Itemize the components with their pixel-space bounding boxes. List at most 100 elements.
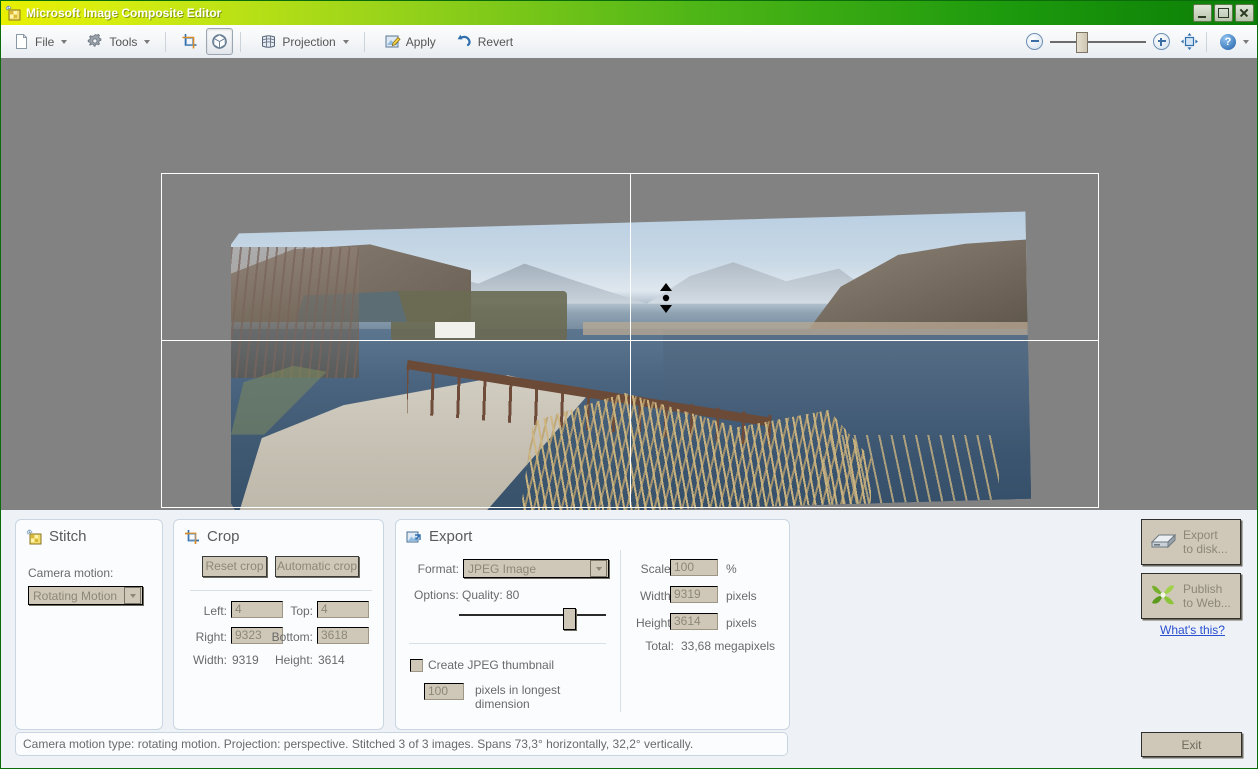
total-label: Total: bbox=[645, 639, 674, 653]
quality-value: 80 bbox=[506, 588, 520, 602]
status-text: Camera motion type: rotating motion. Pro… bbox=[23, 737, 694, 751]
help-icon: ? bbox=[1220, 33, 1236, 50]
create-thumbnail-label: Create JPEG thumbnail bbox=[428, 658, 555, 672]
file-menu-label: File bbox=[35, 34, 55, 49]
format-label: Format: bbox=[417, 562, 459, 576]
chevron-down-icon bbox=[124, 587, 141, 604]
create-thumbnail-checkbox[interactable] bbox=[410, 659, 423, 672]
vertical-drag-handle[interactable] bbox=[659, 283, 673, 313]
thumbnail-size-note-line2: dimension bbox=[475, 697, 530, 711]
camera-motion-value: Rotating Motion bbox=[33, 588, 118, 603]
publish-to-web-line2: to Web... bbox=[1183, 596, 1231, 610]
publish-to-web-label: Publish to Web... bbox=[1183, 582, 1231, 610]
quality-slider[interactable] bbox=[459, 608, 606, 630]
crop-panel: Crop Reset crop Automatic crop Left: 4 T… bbox=[173, 519, 384, 730]
export-to-disk-button[interactable]: Export to disk... bbox=[1141, 519, 1241, 565]
chevron-down-icon bbox=[144, 39, 151, 44]
toolbar-separator bbox=[165, 31, 167, 52]
export-width-unit: pixels bbox=[726, 589, 757, 603]
tools-menu-button[interactable]: Tools bbox=[79, 28, 158, 55]
crop-icon bbox=[181, 33, 198, 50]
zoom-in-icon[interactable] bbox=[1153, 33, 1170, 50]
bottom-panels: Stitch Camera motion: Rotating Motion Cr… bbox=[1, 510, 1257, 768]
window-title: Microsoft Image Composite Editor bbox=[26, 6, 222, 20]
export-height-label: Height: bbox=[635, 616, 674, 630]
help-button[interactable]: ? bbox=[1220, 33, 1249, 50]
minimize-button[interactable] bbox=[1193, 4, 1212, 22]
application-window: Microsoft Image Composite Editor File To… bbox=[0, 0, 1258, 769]
scale-unit: % bbox=[726, 562, 737, 576]
disk-drive-icon bbox=[1149, 530, 1177, 555]
file-menu-button[interactable]: File bbox=[5, 28, 75, 55]
export-width-input[interactable]: 9319 bbox=[670, 586, 718, 603]
crop-guide-horizontal bbox=[161, 340, 1099, 341]
export-height-unit: pixels bbox=[726, 616, 757, 630]
fit-to-window-icon[interactable] bbox=[1180, 32, 1199, 51]
image-canvas[interactable] bbox=[1, 58, 1257, 510]
quality-slider-thumb[interactable] bbox=[563, 608, 576, 630]
zoom-controls: ? bbox=[1026, 25, 1249, 58]
thumbnail-size-input[interactable]: 100 bbox=[424, 683, 464, 700]
publish-to-web-button[interactable]: Publish to Web... bbox=[1141, 573, 1241, 619]
crop-top-label: Top: bbox=[290, 604, 313, 618]
zoom-out-icon[interactable] bbox=[1026, 33, 1043, 50]
export-panel-title: Export bbox=[429, 528, 473, 545]
stitch-mosaic-icon bbox=[26, 528, 42, 545]
window-controls bbox=[1193, 4, 1254, 22]
automatic-crop-button[interactable]: Automatic crop bbox=[275, 556, 359, 577]
export-to-disk-line2: to disk... bbox=[1183, 542, 1228, 556]
exit-button[interactable]: Exit bbox=[1141, 732, 1242, 757]
projection-menu-label: Projection bbox=[282, 34, 336, 49]
reset-crop-button[interactable]: Reset crop bbox=[202, 556, 267, 577]
publish-to-web-line1: Publish bbox=[1183, 582, 1223, 596]
crop-tool-button[interactable] bbox=[176, 28, 203, 55]
title-bar: Microsoft Image Composite Editor bbox=[1, 1, 1257, 25]
crop-height-value: 3614 bbox=[318, 653, 345, 667]
crop-divider bbox=[190, 590, 372, 591]
close-button[interactable] bbox=[1235, 4, 1254, 22]
scale-input[interactable]: 100 bbox=[670, 559, 718, 576]
status-bar: Camera motion type: rotating motion. Pro… bbox=[15, 732, 788, 756]
stitch-panel: Stitch Camera motion: Rotating Motion bbox=[15, 519, 163, 730]
camera-motion-select[interactable]: Rotating Motion bbox=[28, 586, 143, 605]
format-select[interactable]: JPEG Image bbox=[463, 559, 609, 578]
thumbnail-size-note-line1: pixels in longest bbox=[475, 683, 561, 697]
whats-this-link[interactable]: What's this? bbox=[1160, 623, 1225, 637]
chevron-down-icon bbox=[590, 560, 607, 577]
chevron-down-icon bbox=[342, 39, 349, 44]
undo-arrow-icon bbox=[456, 33, 473, 50]
export-icon bbox=[406, 529, 422, 545]
crop-icon bbox=[184, 529, 200, 545]
gear-icon bbox=[87, 33, 104, 50]
crop-width-value: 9319 bbox=[232, 653, 259, 667]
chevron-down-icon bbox=[61, 39, 68, 44]
quality-slider-track bbox=[459, 614, 606, 616]
chevron-down-icon bbox=[1243, 39, 1249, 44]
stitch-panel-title: Stitch bbox=[49, 528, 87, 545]
orbit-tool-button[interactable] bbox=[206, 28, 234, 55]
zoom-slider[interactable] bbox=[1050, 31, 1146, 53]
crop-top-input[interactable]: 4 bbox=[317, 601, 369, 618]
toolbar-separator bbox=[240, 31, 242, 52]
apply-button[interactable]: Apply bbox=[376, 28, 444, 55]
crop-right-label: Right: bbox=[195, 630, 227, 644]
maximize-button[interactable] bbox=[1214, 4, 1233, 22]
apply-label: Apply bbox=[405, 34, 436, 49]
crop-width-label: Width: bbox=[192, 653, 227, 667]
mosaic-icon bbox=[5, 5, 21, 21]
export-panel: Export Format: JPEG Image Options: Quali… bbox=[395, 519, 790, 730]
format-value: JPEG Image bbox=[468, 561, 537, 576]
crop-left-input[interactable]: 4 bbox=[231, 601, 283, 618]
crop-panel-title: Crop bbox=[207, 528, 240, 545]
zoom-slider-thumb[interactable] bbox=[1076, 31, 1088, 53]
revert-button[interactable]: Revert bbox=[448, 28, 521, 55]
camera-motion-label: Camera motion: bbox=[28, 566, 114, 580]
crop-left-label: Left: bbox=[203, 604, 227, 618]
options-label: Options: bbox=[414, 588, 459, 602]
crop-bottom-input[interactable]: 3618 bbox=[317, 627, 369, 644]
tools-menu-label: Tools bbox=[109, 34, 138, 49]
projection-menu-button[interactable]: Projection bbox=[252, 28, 356, 55]
total-value: 33,68 megapixels bbox=[681, 639, 776, 653]
export-height-input[interactable]: 3614 bbox=[670, 613, 718, 630]
crop-height-label: Height: bbox=[274, 653, 313, 667]
